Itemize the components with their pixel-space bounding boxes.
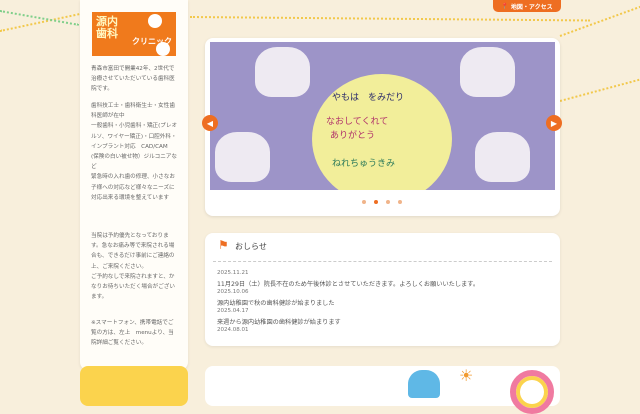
bottom-card [205, 366, 560, 406]
rainbow-illustration [510, 370, 554, 414]
flag-icon: ⚑ [218, 238, 229, 252]
message-plate: やもは をみだり なおしてくれて ありがとう ねれちゅうきみ [312, 74, 452, 190]
decor-dots [559, 76, 640, 102]
slide-image: やもは をみだり なおしてくれて ありがとう ねれちゅうきみ [210, 42, 555, 190]
next-slide-button[interactable]: ▶ [546, 115, 562, 131]
sun-icon: ☀ [459, 366, 474, 385]
news-link[interactable]: 来週から源内幼稚園の歯科健診が始まります [217, 317, 341, 326]
tooth-drawing [215, 132, 270, 182]
elephant-illustration [408, 370, 440, 398]
news-section: ⚑ おしらせ 2025.11.21 11月29日（土）院長不在のため午後休診とさ… [205, 233, 560, 346]
news-date: 2025.04.17 [217, 308, 249, 314]
tooth-mascot-icon [148, 14, 162, 28]
decor-dots [189, 16, 590, 22]
sidebar: 源内 歯科 クリニック 青森市富田で開業42年、2世代で治療させていただいている… [80, 0, 188, 370]
slide-dot[interactable] [398, 200, 402, 204]
sidebar-banner[interactable] [80, 366, 188, 406]
prev-slide-button[interactable]: ◀ [202, 115, 218, 131]
tooth-drawing [255, 47, 310, 97]
access-button[interactable]: 📍 地図・アクセス [493, 0, 561, 12]
map-pin-icon: 📍 [501, 2, 509, 10]
tooth-drawing [475, 132, 530, 182]
news-link[interactable]: 源内幼稚園で秋の歯科健診が始まりました [217, 298, 335, 307]
image-slider: やもは をみだり なおしてくれて ありがとう ねれちゅうきみ ◀ ▶ [202, 38, 562, 216]
clinic-logo[interactable]: 源内 歯科 クリニック [92, 12, 176, 56]
news-date: 2025.11.21 [217, 270, 249, 276]
news-date: 2024.08.01 [217, 327, 249, 333]
intro-text: 青森市富田で開業42年、2世代で治療させていただいている歯科医院です。 [91, 66, 175, 93]
divider [213, 261, 552, 262]
news-title: おしらせ [235, 242, 267, 251]
services-text: 歯科技工士・歯科衛生士・女性歯科医師が在中 一般歯科・小児歯科・矯正(プレオルソ… [91, 103, 178, 201]
news-link[interactable]: 11月29日（土）院長不在のため午後休診とさせていただきます。よろしくお願いいた… [217, 279, 479, 288]
slide-dot[interactable] [386, 200, 390, 204]
tooth-drawing [460, 47, 515, 97]
news-date: 2025.10.06 [217, 289, 249, 295]
mobile-note-text: ※スマートフォン、携帯電話でご覧の方は、左上 menuより、当院詳細ご覧ください… [91, 320, 174, 347]
reservation-text: 当院は予約優先となっております。急なお痛み等で来院される場合も、できるだけ事前に… [91, 233, 175, 301]
tooth-mascot-icon [156, 42, 170, 56]
slide-dot[interactable] [362, 200, 366, 204]
slide-dot-active[interactable] [374, 200, 378, 204]
